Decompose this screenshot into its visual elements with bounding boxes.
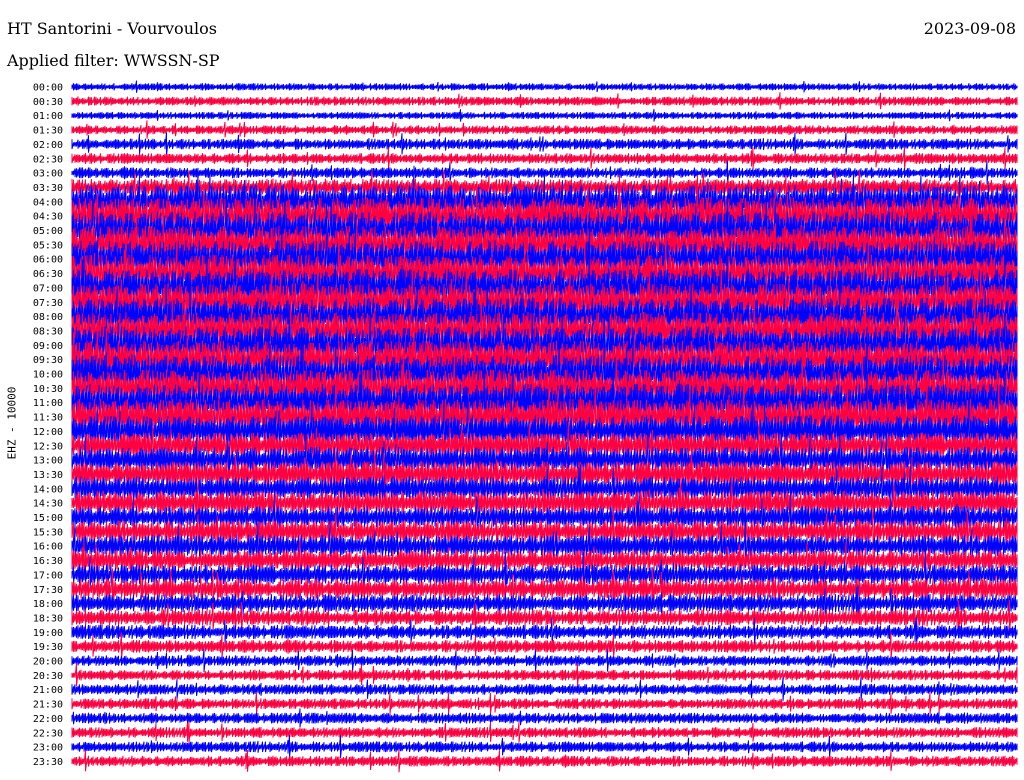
trace-row xyxy=(71,663,1018,687)
trace-row xyxy=(71,735,1018,758)
time-tick-label: 11:00 xyxy=(33,398,63,409)
time-tick-label: 11:30 xyxy=(33,413,63,424)
time-tick-label: 03:00 xyxy=(33,169,63,180)
time-tick-label: 17:00 xyxy=(33,570,63,581)
time-tick-label: 02:30 xyxy=(33,154,63,165)
time-tick-label: 18:00 xyxy=(33,599,63,610)
time-tick-label: 07:30 xyxy=(33,298,63,309)
time-tick-label: 20:00 xyxy=(33,657,63,668)
trace-row xyxy=(71,109,1018,122)
time-tick-label: 09:30 xyxy=(33,355,63,366)
trace-row xyxy=(71,80,1018,93)
time-tick-label: 00:00 xyxy=(33,83,63,94)
time-tick-label: 13:30 xyxy=(33,470,63,481)
trace-row xyxy=(71,120,1018,139)
time-tick-label: 22:00 xyxy=(33,714,63,725)
time-tick-label: 16:00 xyxy=(33,542,63,553)
time-tick-label: 10:30 xyxy=(33,384,63,395)
time-tick-label: 04:30 xyxy=(33,212,63,223)
time-tick-label: 22:30 xyxy=(33,728,63,739)
time-tick-label: 01:30 xyxy=(33,126,63,137)
time-tick-label: 08:00 xyxy=(33,312,63,323)
time-tick-label: 04:00 xyxy=(33,197,63,208)
time-tick-label: 23:00 xyxy=(33,743,63,754)
time-tick-label: 02:00 xyxy=(33,140,63,151)
time-tick-label: 06:30 xyxy=(33,269,63,280)
time-tick-label: 18:30 xyxy=(33,613,63,624)
time-tick-label: 13:00 xyxy=(33,456,63,467)
time-tick-label: 15:30 xyxy=(33,527,63,538)
trace-row xyxy=(71,146,1018,170)
trace-row xyxy=(71,721,1018,743)
trace-row xyxy=(71,648,1018,673)
time-tick-label: 01:00 xyxy=(33,111,63,122)
time-tick-label: 15:00 xyxy=(33,513,63,524)
time-tick-label: 12:00 xyxy=(33,427,63,438)
trace-row xyxy=(71,632,1018,660)
time-tick-label: 07:00 xyxy=(33,283,63,294)
time-tick-label: 17:30 xyxy=(33,585,63,596)
time-tick-label: 09:00 xyxy=(33,341,63,352)
time-tick-label: 20:30 xyxy=(33,671,63,682)
time-tick-label: 16:30 xyxy=(33,556,63,567)
time-tick-label: 03:30 xyxy=(33,183,63,194)
helicorder-plot: 00:00 00:30 01:00 01:30 02:00 02:30 03:00 03:30… xyxy=(33,80,1018,773)
time-tick-label: 19:00 xyxy=(33,628,63,639)
time-tick-label: 10:00 xyxy=(33,370,63,381)
time-tick-label: 08:30 xyxy=(33,326,63,337)
time-tick-label: 05:00 xyxy=(33,226,63,237)
time-tick-label: 21:30 xyxy=(33,700,63,711)
trace-row xyxy=(71,692,1018,715)
time-tick-label: 12:30 xyxy=(33,441,63,452)
time-tick-label: 00:30 xyxy=(33,97,63,108)
trace-row xyxy=(71,92,1018,110)
time-tick-label: 14:30 xyxy=(33,499,63,510)
time-tick-label: 14:00 xyxy=(33,484,63,495)
time-tick-label: 06:00 xyxy=(33,255,63,266)
trace-row xyxy=(71,708,1018,728)
time-tick-label: 23:30 xyxy=(33,757,63,768)
time-tick-label: 05:30 xyxy=(33,240,63,251)
trace-row xyxy=(71,677,1018,701)
time-tick-label: 19:30 xyxy=(33,642,63,653)
trace-row xyxy=(71,749,1018,773)
time-tick-label: 21:00 xyxy=(33,685,63,696)
